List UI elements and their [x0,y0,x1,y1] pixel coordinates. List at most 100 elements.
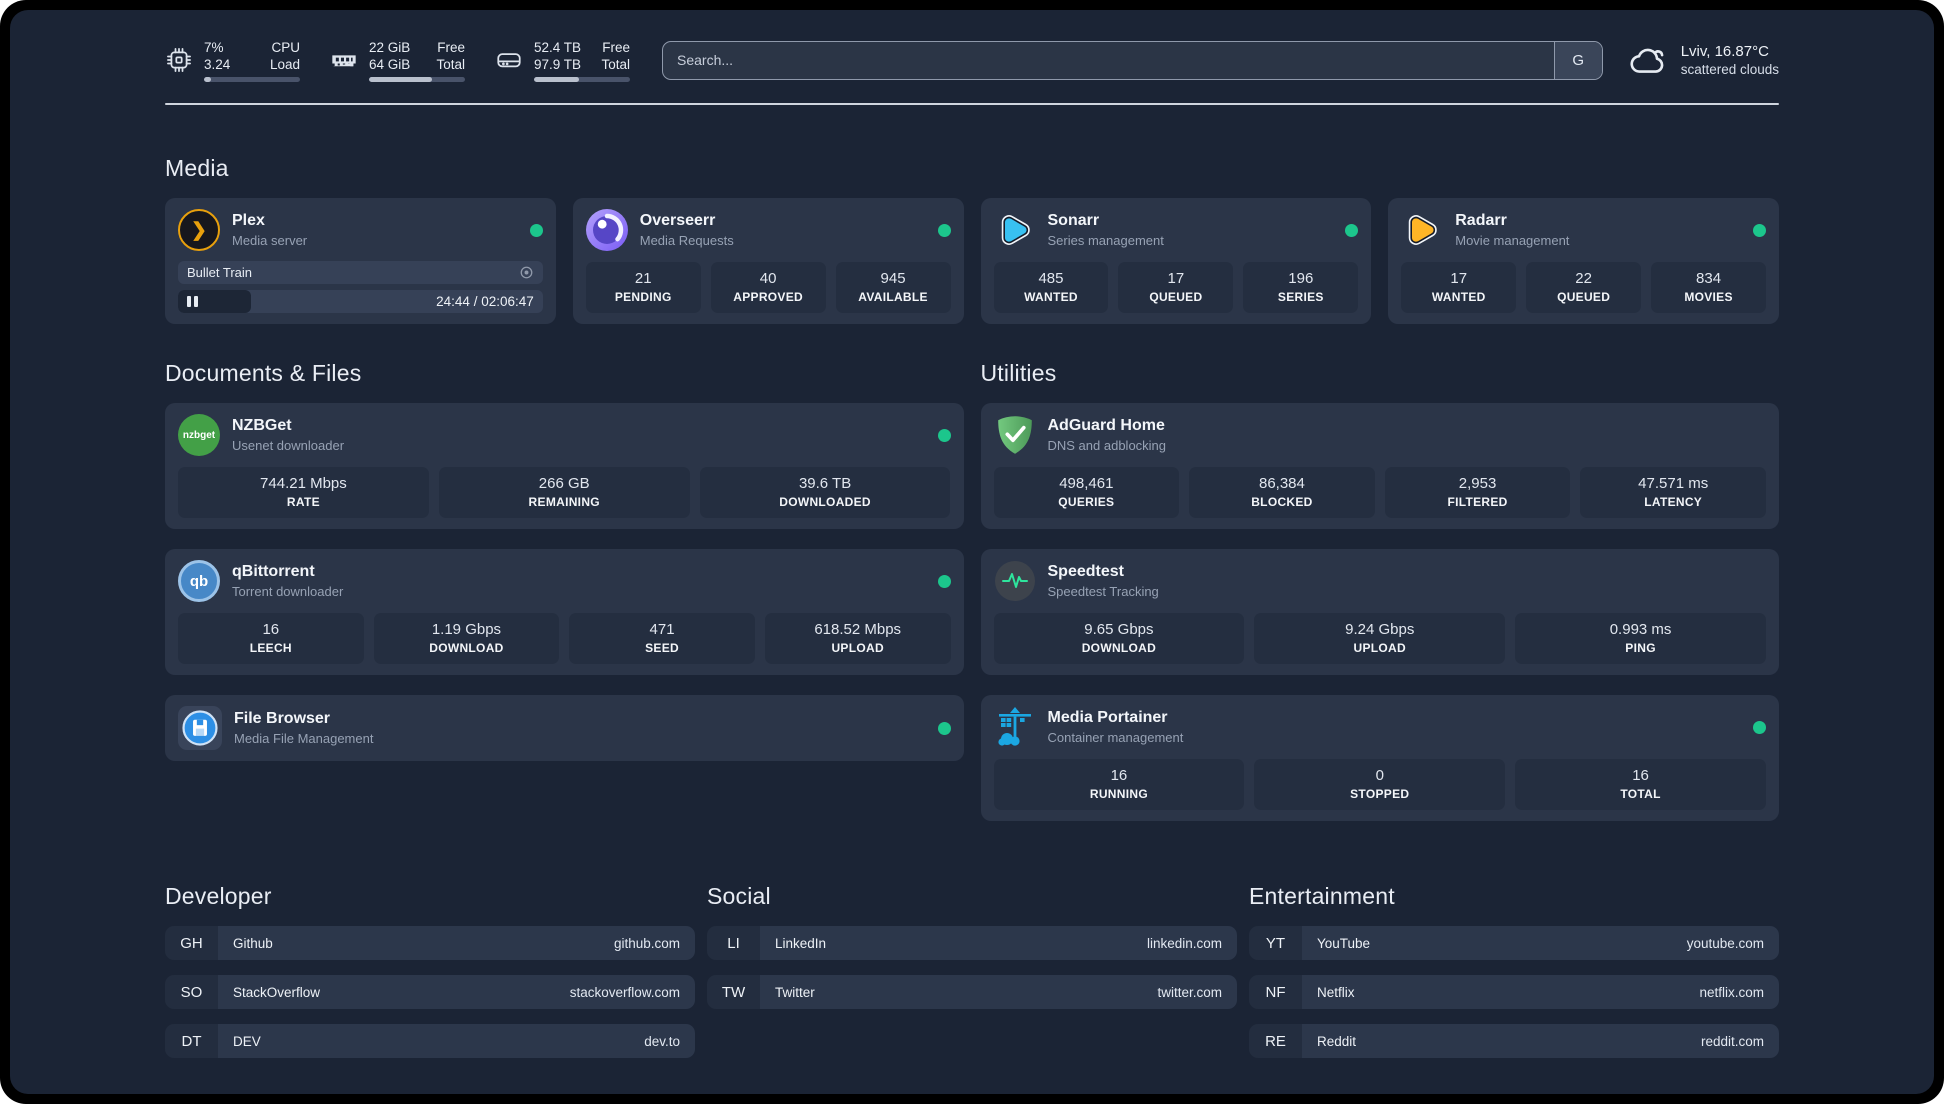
stat-value: 16 [1632,767,1649,784]
bookmark-url: reddit.com [1700,1033,1764,1049]
qbittorrent-icon: qb [178,560,220,602]
app-name: Sonarr [1047,212,1100,229]
app-name: Radarr [1455,212,1507,229]
cpu-icon [167,48,191,72]
bookmark-github[interactable]: GH Github github.com [165,926,695,960]
now-playing-title: Bullet Train [187,265,253,280]
bookmark-url: youtube.com [1686,935,1764,951]
ram-progress-bar [369,76,465,82]
stat-label: RATE [286,495,320,509]
bookmark-name: Netflix [1317,984,1355,1000]
disk-total-label: Total [601,56,630,72]
app-card-radarr[interactable]: Radarr Movie management 17 WANTED 22 QUE… [1388,198,1779,324]
stat-pill: 17 QUEUED [1118,262,1234,313]
app-card-filebrowser[interactable]: File Browser Media File Management [165,695,964,761]
weather-location: Lviv, 16.87°C [1680,42,1769,60]
app-subtitle: Usenet downloader [232,438,345,453]
pause-icon[interactable] [187,296,198,307]
app-card-speedtest[interactable]: Speedtest Speedtest Tracking 9.65 Gbps D… [980,549,1779,675]
stat-pill: 2,953 FILTERED [1384,467,1571,518]
disk-free-value: 52.4 TB [534,39,582,55]
ram-free-value: 22 GiB [369,39,411,55]
bookmark-name: LinkedIn [775,935,827,951]
stat-value: 834 [1696,270,1722,287]
status-dot [1753,720,1766,734]
stat-value: 1.19 Gbps [431,621,502,638]
bookmark-group-title: Entertainment [1249,883,1395,909]
plex-icon: ❯ [178,209,220,251]
plex-chevron-glyph: ❯ [191,219,207,241]
bookmark-group-title: Social [707,883,771,909]
stat-value: 86,384 [1258,475,1305,492]
app-card-qbittorrent[interactable]: qb qBittorrent Torrent downloader 16 LEE… [165,549,964,675]
section-title-utilities: Utilities [980,360,1057,386]
app-card-nzbget[interactable]: nzbget NZBGet Usenet downloader 744.21 M… [165,403,964,529]
stat-value: 485 [1038,270,1064,287]
app-card-overseerr[interactable]: Overseerr Media Requests 21 PENDING 40 A… [572,198,964,324]
stat-label: QUEUED [1557,290,1611,304]
bookmark-url: linkedin.com [1146,935,1222,951]
bookmark-url: twitter.com [1157,984,1222,1000]
bookmark-url: stackoverflow.com [569,984,680,1000]
stat-pill: 21 PENDING [585,262,701,313]
ram-total-label: Total [436,56,465,72]
header-divider [165,103,1779,105]
search-provider-button[interactable]: G [1553,41,1602,79]
bookmark-dev[interactable]: DT DEV dev.to [165,1024,695,1058]
stat-value: 2,953 [1458,475,1497,492]
bookmark-abbr: DT [165,1024,218,1058]
app-card-portainer[interactable]: Media Portainer Container management 16 … [980,695,1779,821]
bookmark-abbr: SO [165,975,218,1009]
app-name: Overseerr [639,212,716,229]
bookmark-group-entertainment: Entertainment YT YouTube youtube.com NF … [1249,883,1779,1073]
app-card-adguard[interactable]: AdGuard Home DNS and adblocking 498,461 … [980,403,1779,529]
search-input[interactable] [663,41,1554,79]
stat-value: 618.52 Mbps [814,621,902,638]
app-subtitle: DNS and adblocking [1047,438,1167,453]
playback-time: 24:44 / 02:06:47 [436,294,534,309]
status-dot [937,223,951,237]
bookmark-linkedin[interactable]: LI LinkedIn linkedin.com [707,926,1237,960]
section-documents: Documents & Files nzbget NZBGet Usenet d… [165,360,964,761]
now-playing-row: Bullet Train [178,261,543,284]
stat-value: 21 [634,270,652,287]
bookmark-stackoverflow[interactable]: SO StackOverflow stackoverflow.com [165,975,695,1009]
now-playing-options-icon[interactable] [519,265,534,280]
bookmark-netflix[interactable]: NF Netflix netflix.com [1249,975,1779,1009]
cpu-usage-label: CPU [271,39,300,55]
section-media: Media ❯ Plex Media server Bullet Train 2… [165,155,1779,324]
app-name: NZBGet [232,417,292,434]
weather-widget: Lviv, 16.87°C scattered clouds [1629,42,1779,79]
bookmark-youtube[interactable]: YT YouTube youtube.com [1249,926,1779,960]
section-utilities: Utilities AdGuard Home DNS and adblockin… [980,360,1779,821]
stat-label: UPLOAD [831,641,884,655]
stat-label: REMAINING [528,495,600,509]
bookmark-url: dev.to [644,1033,680,1049]
stat-value: 945 [880,270,906,287]
disk-icon [497,53,521,68]
sonarr-icon [994,209,1036,251]
stat-pill: 498,461 QUERIES [993,467,1180,518]
bookmark-reddit[interactable]: RE Reddit reddit.com [1249,1024,1779,1058]
stat-value: 47.571 ms [1638,475,1709,492]
cpu-usage-value: 7% [204,39,224,55]
app-subtitle: Container management [1047,730,1184,745]
stat-pill: 0.993 ms PING [1515,613,1766,664]
stat-label: SEED [645,641,679,655]
app-name: File Browser [234,710,331,727]
stat-label: APPROVED [733,290,803,304]
stat-pill: 945 AVAILABLE [835,262,951,313]
app-subtitle: Media File Management [234,731,374,746]
status-dot [937,721,951,735]
app-card-plex[interactable]: ❯ Plex Media server Bullet Train 24:44 /… [165,198,556,324]
bookmark-abbr: LI [707,926,760,960]
bookmark-abbr: GH [165,926,218,960]
app-subtitle: Series management [1047,233,1164,248]
stat-pill: 17 WANTED [1401,262,1517,313]
stat-value: 196 [1288,270,1314,287]
stat-label: BLOCKED [1251,495,1313,509]
bookmark-twitter[interactable]: TW Twitter twitter.com [707,975,1237,1009]
status-dot [1753,223,1766,237]
app-card-sonarr[interactable]: Sonarr Series management 485 WANTED 17 Q… [980,198,1372,324]
ram-icon [332,55,356,67]
